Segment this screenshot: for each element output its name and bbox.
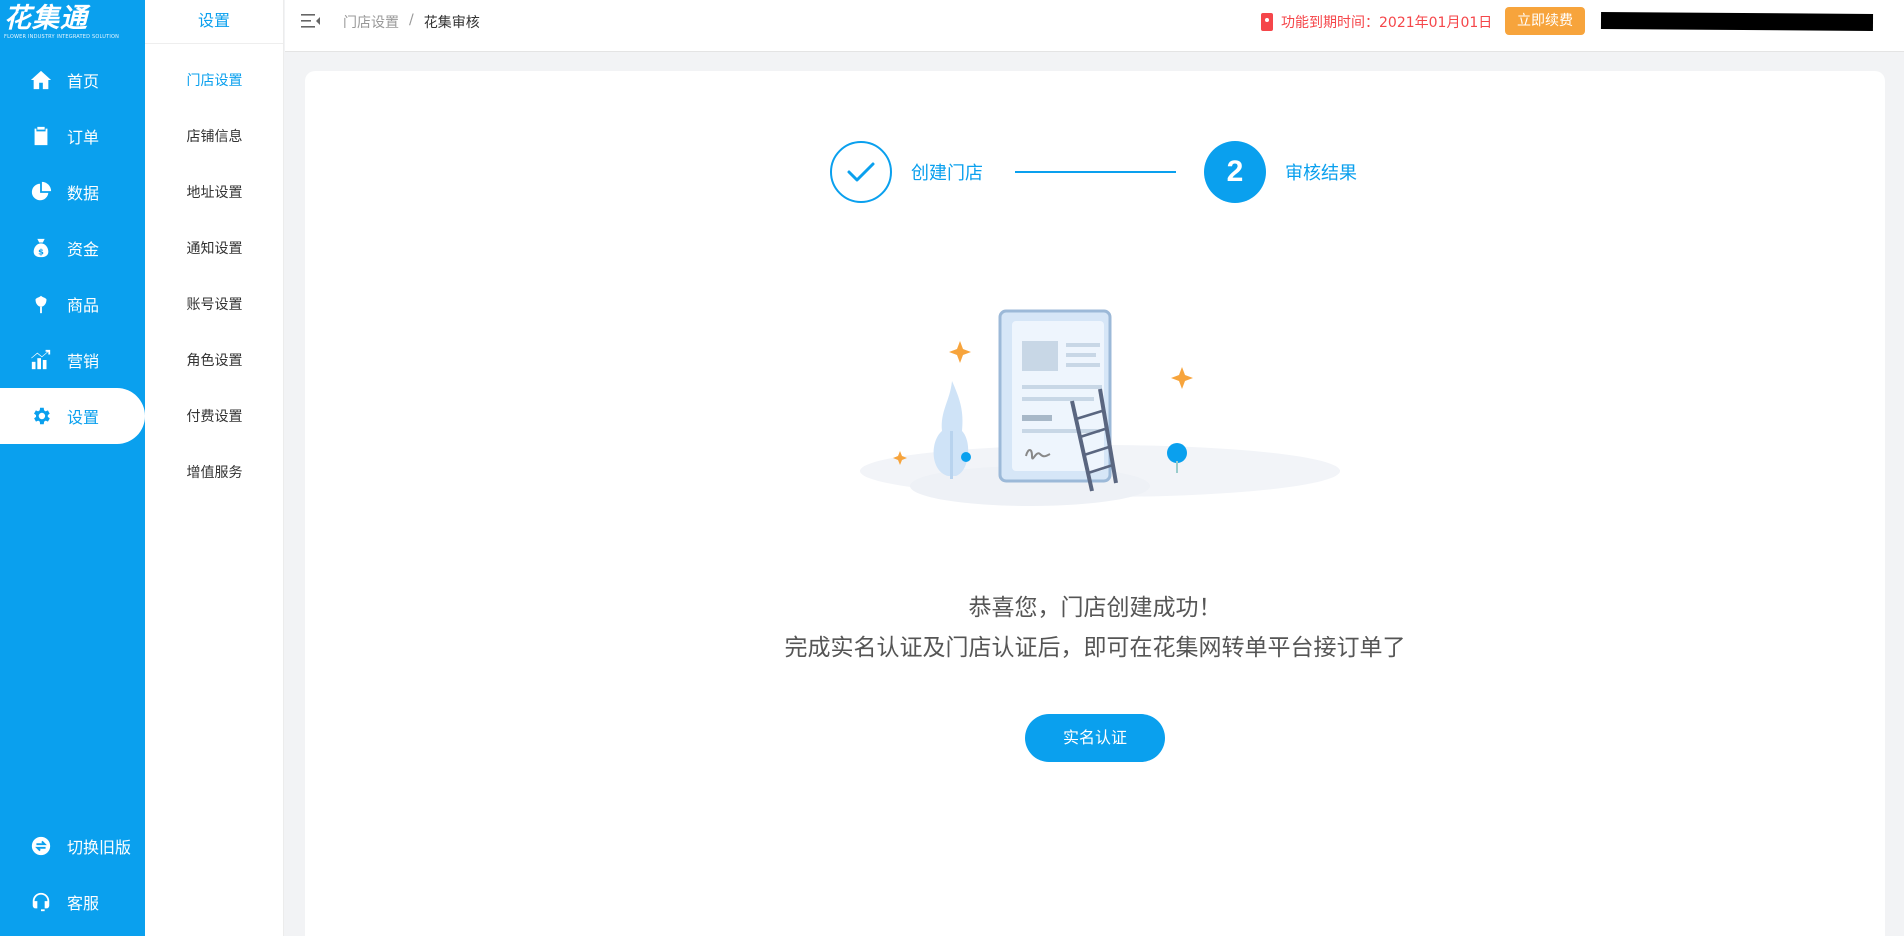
switch-icon — [30, 835, 52, 857]
pie-chart-icon — [30, 181, 52, 203]
nav-item-funds[interactable]: $ 资金 — [0, 220, 145, 276]
headset-icon — [30, 891, 52, 913]
nav-item-label: 商品 — [67, 296, 100, 315]
main-card: 创建门店 2 审核结果 恭喜您，门店创建成功！ 完成实名认证及门店认证后，即可在… — [305, 71, 1885, 936]
submenu-item-account[interactable]: 账号设置 — [145, 277, 284, 333]
steps-indicator: 创建门店 2 审核结果 — [305, 141, 1885, 203]
nav-item-marketing[interactable]: 营销 — [0, 332, 145, 388]
logo-text: 花集通 — [4, 3, 88, 34]
svg-text:$: $ — [38, 246, 44, 256]
top-header: 门店设置 / 花集审核 功能到期时间：2021年01月01日 立即续费 — [285, 0, 1904, 52]
nav-item-products[interactable]: 商品 — [0, 276, 145, 332]
submenu-item-address[interactable]: 地址设置 — [145, 165, 284, 221]
bookmark-icon — [1261, 13, 1273, 31]
home-icon — [30, 69, 52, 91]
nav-item-label: 客服 — [67, 894, 100, 913]
real-name-verify-button[interactable]: 实名认证 — [1025, 714, 1165, 762]
nav-item-label: 营销 — [67, 352, 100, 371]
renew-button[interactable]: 立即续费 — [1505, 7, 1585, 35]
nav-item-label: 数据 — [67, 184, 100, 203]
collapse-menu-icon[interactable] — [301, 13, 321, 29]
nav-item-label: 订单 — [67, 128, 100, 147]
expire-text: 功能到期时间：2021年01月01日 — [1281, 15, 1493, 31]
nav-item-label: 首页 — [67, 72, 100, 91]
success-title: 恭喜您，门店创建成功！ — [968, 595, 1222, 621]
primary-nav: 花集通 FLOWER INDUSTRY INTEGRATED SOLUTION … — [0, 0, 145, 936]
step-2-number: 2 — [1204, 141, 1266, 203]
money-bag-icon: $ — [30, 237, 52, 259]
success-description: 完成实名认证及门店认证后，即可在花集网转单平台接订单了 — [784, 635, 1406, 661]
flower-icon — [30, 293, 52, 315]
submenu-item-shop-info[interactable]: 店铺信息 — [145, 109, 284, 165]
nav-item-data[interactable]: 数据 — [0, 164, 145, 220]
step-2-label: 审核结果 — [1285, 163, 1357, 184]
success-illustration — [860, 309, 1340, 506]
submenu-item-store-settings[interactable]: 门店设置 — [145, 53, 284, 109]
nav-item-label: 设置 — [67, 408, 100, 427]
step-1-label: 创建门店 — [911, 163, 983, 184]
breadcrumb: 门店设置 / 花集审核 — [343, 12, 480, 32]
step-connector — [1015, 171, 1176, 173]
nav-item-home[interactable]: 首页 — [0, 52, 145, 108]
breadcrumb-item-store-settings[interactable]: 门店设置 — [343, 12, 399, 32]
nav-item-label: 资金 — [67, 240, 100, 259]
nav-item-switch-version[interactable]: 切换旧版 — [0, 818, 145, 874]
submenu-item-roles[interactable]: 角色设置 — [145, 333, 284, 389]
logo-subtitle: FLOWER INDUSTRY INTEGRATED SOLUTION — [4, 34, 120, 40]
chart-growth-icon — [30, 349, 52, 371]
gear-icon — [30, 405, 52, 427]
nav-item-label: 切换旧版 — [67, 838, 132, 857]
settings-submenu: 设置 门店设置 店铺信息 地址设置 通知设置 账号设置 角色设置 付费设置 增值… — [145, 0, 284, 936]
step-1-done — [830, 141, 892, 203]
breadcrumb-item-current: 花集审核 — [423, 15, 480, 31]
nav-item-orders[interactable]: 订单 — [0, 108, 145, 164]
check-icon — [847, 162, 875, 182]
submenu-item-value-added[interactable]: 增值服务 — [145, 445, 284, 501]
submenu-item-billing[interactable]: 付费设置 — [145, 389, 284, 445]
redacted-account-info — [1600, 12, 1874, 31]
nav-item-customer-service[interactable]: 客服 — [0, 874, 145, 930]
nav-item-settings[interactable]: 设置 — [0, 388, 145, 444]
breadcrumb-separator: / — [409, 12, 414, 28]
clipboard-icon — [30, 125, 52, 147]
submenu-title: 设置 — [145, 0, 283, 44]
expire-notice: 功能到期时间：2021年01月01日 — [1261, 12, 1492, 32]
submenu-item-notification[interactable]: 通知设置 — [145, 221, 284, 277]
logo[interactable]: 花集通 FLOWER INDUSTRY INTEGRATED SOLUTION — [0, 0, 145, 50]
